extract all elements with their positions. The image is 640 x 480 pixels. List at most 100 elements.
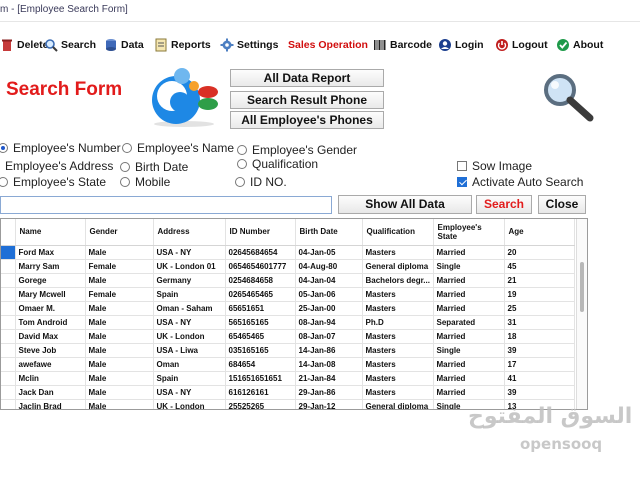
table-cell[interactable]: 25-Jan-00 xyxy=(295,301,363,316)
menu-search[interactable]: Search xyxy=(44,34,96,56)
table-cell[interactable]: 05-Jan-06 xyxy=(295,287,363,302)
table-cell[interactable]: USA - NY xyxy=(153,244,226,260)
table-cell[interactable]: Masters xyxy=(362,343,434,358)
table-row[interactable]: Mclin Male Spain 151651651651 21-Jan-84 Maste… xyxy=(1,371,575,386)
menu-delete[interactable]: Delete xyxy=(0,34,49,56)
menu-login[interactable]: Login xyxy=(438,34,484,56)
table-cell[interactable]: Male xyxy=(85,371,154,386)
table-cell[interactable]: Male xyxy=(85,343,154,358)
table-cell[interactable]: 04-Jan-04 xyxy=(295,273,363,288)
table-row[interactable]: Jack Dan Male USA - NY 616126161 29-Jan-86 Ma… xyxy=(1,385,575,400)
table-cell[interactable]: 616126161 xyxy=(225,385,296,400)
table-cell[interactable]: 41 xyxy=(504,371,575,386)
row-selector[interactable] xyxy=(1,343,16,358)
table-cell[interactable]: Male xyxy=(85,399,154,409)
table-cell[interactable]: 39 xyxy=(504,385,575,400)
radio-employee-gender[interactable] xyxy=(237,145,247,155)
table-cell[interactable]: Masters xyxy=(362,301,434,316)
employee-grid[interactable]: Name Gender Address ID Number Birth Date… xyxy=(0,218,588,410)
table-cell[interactable]: Spain xyxy=(153,287,226,302)
table-cell[interactable]: Male xyxy=(85,301,154,316)
table-cell[interactable]: Germany xyxy=(153,273,226,288)
table-row[interactable]: Omaer M. Male Oman - Saham 65651651 25-Jan-0… xyxy=(1,301,575,316)
table-cell[interactable]: USA - NY xyxy=(153,315,226,330)
table-cell[interactable]: 0654654601777 xyxy=(225,259,296,274)
search-button[interactable]: Search xyxy=(476,195,532,214)
table-cell[interactable]: 39 xyxy=(504,343,575,358)
table-cell[interactable]: Married xyxy=(433,244,505,260)
table-cell[interactable]: 0265465465 xyxy=(225,287,296,302)
table-cell[interactable]: General diploma xyxy=(362,399,434,409)
table-row[interactable]: David Max Male UK - London 65465465 08-Jan-0… xyxy=(1,329,575,344)
table-cell[interactable]: 18 xyxy=(504,329,575,344)
radio-employee-name[interactable] xyxy=(122,143,132,153)
table-cell[interactable]: 02645684654 xyxy=(225,244,296,260)
table-cell[interactable]: Mary Mcwell xyxy=(15,287,86,302)
table-cell[interactable]: 17 xyxy=(504,357,575,372)
table-cell[interactable]: Jaclin Brad xyxy=(15,399,86,409)
table-cell[interactable]: Ford Max xyxy=(15,244,86,260)
radio-id-no[interactable] xyxy=(235,177,245,187)
row-selector[interactable] xyxy=(1,357,16,372)
col-header-id-number[interactable]: ID Number xyxy=(225,219,296,246)
row-selector[interactable] xyxy=(1,287,16,302)
option-employee-state[interactable]: Employee's State xyxy=(0,175,106,189)
table-cell[interactable]: Married xyxy=(433,273,505,288)
table-cell[interactable]: Bachelors degr... xyxy=(362,273,434,288)
table-cell[interactable]: USA - NY xyxy=(153,385,226,400)
table-cell[interactable]: David Max xyxy=(15,329,86,344)
all-employee-phones-button[interactable]: All Employee's Phones xyxy=(230,111,384,129)
menu-data[interactable]: Data xyxy=(104,34,144,56)
radio-mobile[interactable] xyxy=(120,177,130,187)
table-row[interactable]: Steve Job Male USA - Liwa 035165165 14-Jan-8… xyxy=(1,343,575,358)
table-cell[interactable]: 21-Jan-84 xyxy=(295,371,363,386)
table-cell[interactable]: Tom Android xyxy=(15,315,86,330)
table-row[interactable]: Gorege Male Germany 0254684658 04-Jan-04 Bach… xyxy=(1,273,575,288)
search-result-phone-button[interactable]: Search Result Phone xyxy=(230,91,384,109)
menu-reports[interactable]: Reports xyxy=(154,34,211,56)
option-show-image[interactable]: Sow Image xyxy=(457,159,532,173)
option-auto-search[interactable]: Activate Auto Search xyxy=(457,175,583,189)
close-button[interactable]: Close xyxy=(538,195,586,214)
table-cell[interactable]: Married xyxy=(433,371,505,386)
table-row[interactable]: awefawe Male Oman 684654 14-Jan-08 Masters Mar… xyxy=(1,357,575,372)
grid-vertical-scrollbar[interactable] xyxy=(576,219,587,409)
radio-employee-number[interactable] xyxy=(0,143,8,153)
table-cell[interactable]: UK - London 01 xyxy=(153,259,226,274)
radio-employee-state[interactable] xyxy=(0,177,8,187)
table-cell[interactable]: 151651651651 xyxy=(225,371,296,386)
table-cell[interactable]: 29-Jan-86 xyxy=(295,385,363,400)
table-cell[interactable]: 565165165 xyxy=(225,315,296,330)
table-cell[interactable]: 035165165 xyxy=(225,343,296,358)
menu-sales-operation[interactable]: Sales Operation xyxy=(288,34,368,56)
col-header-age[interactable]: Age xyxy=(504,219,575,246)
table-cell[interactable]: Male xyxy=(85,273,154,288)
table-cell[interactable]: 21 xyxy=(504,273,575,288)
table-cell[interactable]: 04-Jan-05 xyxy=(295,244,363,260)
table-cell[interactable]: Oman - Saham xyxy=(153,301,226,316)
table-cell[interactable]: Steve Job xyxy=(15,343,86,358)
table-row[interactable]: Ford Max Male USA - NY 02645684654 04-Jan-05… xyxy=(1,244,575,260)
menu-logout[interactable]: Logout xyxy=(495,34,548,56)
table-cell[interactable]: Mclin xyxy=(15,371,86,386)
table-cell[interactable]: Oman xyxy=(153,357,226,372)
table-cell[interactable]: Single xyxy=(433,259,505,274)
table-cell[interactable]: 65465465 xyxy=(225,329,296,344)
col-header-gender[interactable]: Gender xyxy=(85,219,154,246)
table-cell[interactable]: UK - London xyxy=(153,399,226,409)
table-cell[interactable]: Male xyxy=(85,244,154,260)
table-cell[interactable]: Masters xyxy=(362,287,434,302)
row-selector[interactable] xyxy=(1,273,16,288)
table-cell[interactable]: Ph.D xyxy=(362,315,434,330)
table-cell[interactable]: Masters xyxy=(362,329,434,344)
table-cell[interactable]: 65651651 xyxy=(225,301,296,316)
col-header-qualification[interactable]: Qualification xyxy=(362,219,434,246)
row-selector[interactable] xyxy=(1,371,16,386)
col-header-birth-date[interactable]: Birth Date xyxy=(295,219,363,246)
table-cell[interactable]: 31 xyxy=(504,315,575,330)
menu-barcode[interactable]: Barcode xyxy=(373,34,432,56)
option-employee-number[interactable]: Employee's Number xyxy=(0,141,121,155)
table-cell[interactable]: Masters xyxy=(362,244,434,260)
table-cell[interactable]: 45 xyxy=(504,259,575,274)
table-cell[interactable]: Jack Dan xyxy=(15,385,86,400)
